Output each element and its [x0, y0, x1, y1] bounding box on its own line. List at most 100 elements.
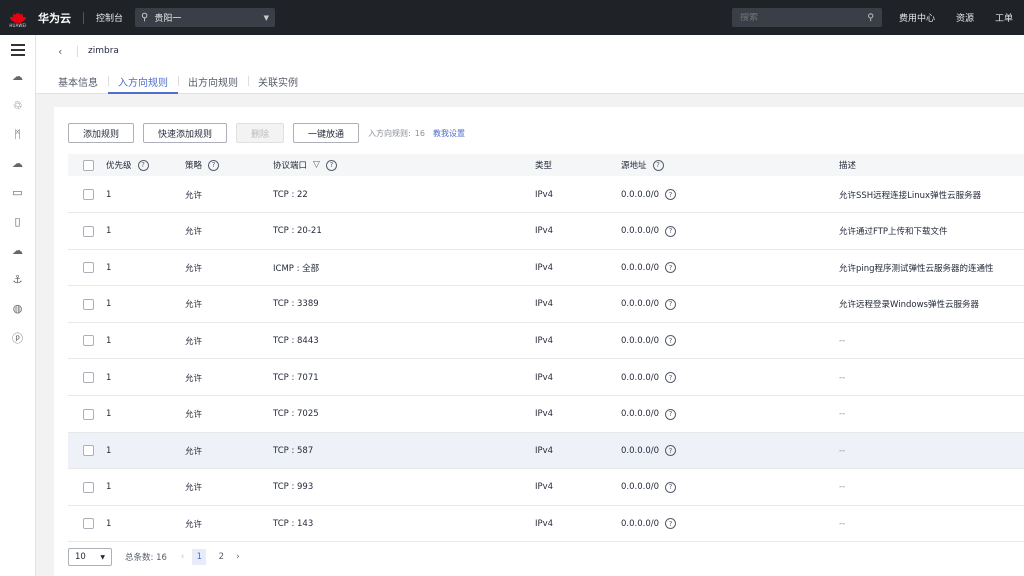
- header-source: 源地址?: [621, 154, 664, 176]
- chevron-down-icon: ▼: [263, 13, 270, 22]
- page-1[interactable]: 1: [192, 549, 207, 565]
- next-page-icon[interactable]: ›: [236, 552, 239, 562]
- cell-type: IPv4: [535, 262, 554, 273]
- huawei-logo[interactable]: HUAWEI: [0, 0, 36, 35]
- cell-description: 允许远程登录Windows弹性云服务器: [839, 300, 979, 311]
- prev-page-icon[interactable]: ‹: [181, 552, 184, 562]
- help-icon[interactable]: ?: [665, 298, 677, 310]
- cell-protocol-port: TCP : 993: [273, 482, 314, 493]
- help-icon[interactable]: ?: [665, 262, 677, 274]
- help-icon[interactable]: ?: [665, 189, 677, 200]
- row-checkbox[interactable]: [83, 506, 94, 541]
- help-icon[interactable]: ?: [137, 159, 149, 171]
- left-sidebar: ☁ ♲ ᛗ ☁ ▭ ▯ ☁ ⚓ ◍ ⓟ: [0, 35, 36, 576]
- cell-type: IPv4: [535, 518, 554, 529]
- filter-icon[interactable]: ▽: [313, 160, 320, 170]
- row-checkbox[interactable]: [83, 250, 94, 285]
- tab-basic-info[interactable]: 基本信息: [58, 74, 108, 94]
- search-icon[interactable]: ⚲: [867, 13, 874, 23]
- cell-description: 允许SSH远程连接Linux弹性云服务器: [839, 190, 982, 201]
- row-checkbox[interactable]: [83, 177, 94, 212]
- tab-outbound-rules[interactable]: 出方向规则: [178, 74, 248, 94]
- cell-type: IPv4: [535, 482, 554, 493]
- tickets-link[interactable]: 工单: [995, 11, 1013, 24]
- cell-protocol-port: TCP : 7071: [273, 372, 319, 383]
- cloud-icon[interactable]: ☁: [9, 242, 26, 259]
- globe-icon[interactable]: ◍: [9, 300, 26, 317]
- header-type: 类型: [535, 161, 553, 171]
- cell-protocol-port: TCP : 20-21: [273, 226, 322, 237]
- cell-priority: 1: [106, 445, 112, 456]
- region-selector[interactable]: ⚲ 贵阳一 ▼: [135, 8, 276, 27]
- database-icon[interactable]: ▭: [9, 184, 26, 201]
- document-icon[interactable]: ▯: [9, 213, 26, 230]
- delete-button[interactable]: 删除: [236, 123, 285, 143]
- row-checkbox[interactable]: [83, 214, 94, 249]
- cell-description: --: [839, 518, 846, 529]
- cell-protocol-port: ICMP : 全部: [273, 263, 320, 274]
- help-icon[interactable]: ?: [652, 159, 664, 171]
- table-header: 优先级? 策略? 协议端口 ▽? 类型 源地址? 描述: [68, 154, 1024, 176]
- tab-inbound-rules[interactable]: 入方向规则: [108, 74, 178, 94]
- tab-associated-instances[interactable]: 关联实例: [248, 74, 308, 94]
- row-checkbox[interactable]: [83, 287, 94, 322]
- help-icon[interactable]: ?: [665, 518, 677, 530]
- help-icon[interactable]: ?: [208, 159, 220, 171]
- table-row: 1 允许 TCP : 22 IPv4 0.0.0.0/0? 允许SSH远程连接Linux弹…: [68, 177, 1024, 213]
- cell-source: 0.0.0.0/0?: [621, 177, 677, 212]
- huawei-petals-icon: [8, 8, 28, 24]
- cell-description: --: [839, 445, 846, 456]
- console-link[interactable]: 控制台: [96, 11, 123, 24]
- page-2[interactable]: 2: [214, 549, 228, 565]
- billing-center-link[interactable]: 费用中心: [899, 11, 935, 24]
- quick-add-rule-button[interactable]: 快速添加规则: [143, 123, 228, 143]
- storage-icon[interactable]: ☁: [9, 155, 26, 172]
- page-header: ‹ zimbra 基本信息 入方向规则 出方向规则 关联实例: [36, 35, 1024, 94]
- cluster-icon[interactable]: ♲: [9, 97, 26, 114]
- search-input[interactable]: [740, 12, 868, 23]
- page-size-select[interactable]: 10 ▼: [68, 548, 112, 566]
- anchor-icon[interactable]: ⚓: [9, 271, 26, 288]
- cell-type: IPv4: [535, 372, 554, 383]
- menu-icon[interactable]: [10, 44, 25, 56]
- cell-type: IPv4: [535, 189, 554, 200]
- cell-priority: 1: [106, 518, 112, 529]
- bandwidth-icon[interactable]: ᛗ: [9, 126, 26, 143]
- cell-policy: 允许: [185, 483, 203, 494]
- cell-type: IPv4: [535, 409, 554, 420]
- help-icon[interactable]: ?: [665, 481, 677, 493]
- cell-source: 0.0.0.0/0?: [621, 287, 677, 322]
- one-click-allow-button[interactable]: 一键放通: [293, 123, 360, 143]
- cell-policy: 允许: [185, 190, 203, 201]
- row-checkbox[interactable]: [83, 360, 94, 395]
- back-icon[interactable]: ‹: [58, 45, 62, 58]
- row-checkbox[interactable]: [83, 397, 94, 432]
- cell-policy: 允许: [185, 446, 203, 457]
- add-rule-button[interactable]: 添加规则: [68, 123, 135, 143]
- help-icon[interactable]: ?: [665, 445, 677, 457]
- cell-type: IPv4: [535, 445, 554, 456]
- help-icon[interactable]: ?: [665, 408, 677, 420]
- cell-priority: 1: [106, 335, 112, 346]
- global-search[interactable]: ⚲: [732, 8, 882, 27]
- help-icon[interactable]: ?: [665, 372, 677, 383]
- help-icon[interactable]: ?: [665, 335, 677, 347]
- row-checkbox[interactable]: [83, 470, 94, 505]
- resources-link[interactable]: 资源: [956, 11, 974, 24]
- cloud-server-icon[interactable]: ☁: [9, 68, 26, 85]
- help-link[interactable]: 教我设置: [433, 129, 465, 138]
- cell-priority: 1: [106, 409, 112, 420]
- table-row: 1 允许 ICMP : 全部 IPv4 0.0.0.0/0? 允许ping程序测试弹性云服…: [68, 250, 1024, 287]
- cell-protocol-port: TCP : 587: [273, 445, 314, 456]
- cell-policy: 允许: [185, 336, 203, 347]
- cell-priority: 1: [106, 482, 112, 493]
- select-all-checkbox[interactable]: [83, 154, 94, 176]
- row-checkbox[interactable]: [83, 433, 94, 468]
- cell-source: 0.0.0.0/0?: [621, 506, 677, 541]
- row-checkbox[interactable]: [83, 323, 94, 358]
- brand-name[interactable]: 华为云: [38, 10, 71, 26]
- help-icon[interactable]: ?: [325, 159, 337, 171]
- cell-source: 0.0.0.0/0?: [621, 470, 677, 505]
- coupon-icon[interactable]: ⓟ: [9, 329, 26, 346]
- help-icon[interactable]: ?: [665, 225, 677, 237]
